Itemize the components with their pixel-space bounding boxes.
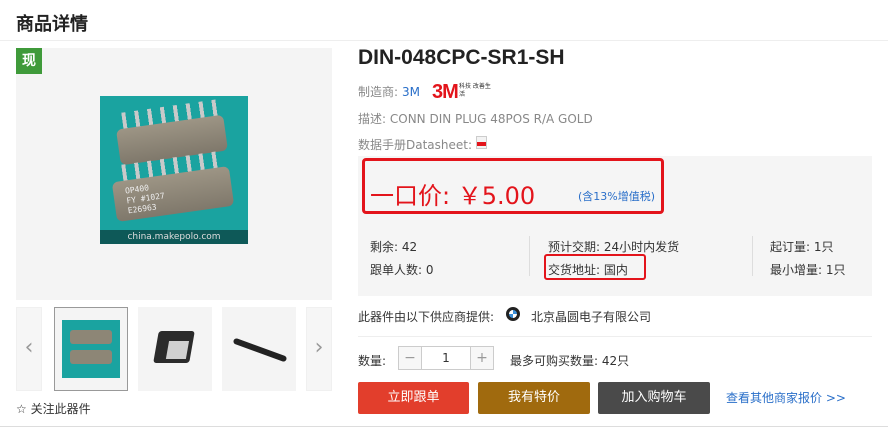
quantity-minus-button[interactable]: − — [399, 347, 422, 369]
supplier-divider — [358, 336, 872, 337]
other-sellers-link[interactable]: 查看其他商家报价 >> — [726, 389, 846, 406]
thumbnail-cable-image — [232, 337, 288, 363]
bottom-divider — [0, 426, 888, 427]
supplier-logo-icon — [506, 307, 520, 321]
thumbnail-connector-image — [153, 331, 195, 363]
thumbnail-2[interactable] — [138, 307, 212, 391]
fixed-price: 一口价: ￥5.00 — [370, 182, 536, 210]
supplier-name[interactable]: 北京晶圆电子有限公司 — [531, 308, 651, 325]
thumb-prev-arrow-icon[interactable]: ‹ — [16, 307, 42, 391]
manufacturer-label: 制造商: — [358, 85, 399, 99]
delivery-address: 交货地址: 国内 — [548, 263, 628, 277]
manufacturer-link[interactable]: 3M — [402, 85, 420, 99]
supplier-label: 此器件由以下供应商提供: — [358, 310, 495, 324]
photo-watermark: china.makepolo.com — [100, 230, 248, 244]
follow-order-button[interactable]: 立即跟单 — [358, 382, 469, 414]
quantity-input[interactable] — [422, 347, 470, 369]
info-separator — [752, 236, 753, 276]
stock-remaining: 剩余: 42 — [370, 240, 418, 254]
3m-logo-tagline: 科技 改善生活 — [459, 83, 491, 98]
thumbnail-chip-image — [62, 320, 120, 378]
minimum-increment: 最小增量: 1只 — [770, 263, 846, 277]
follow-part-link[interactable]: ☆ 关注此器件 — [16, 400, 91, 417]
quantity-stepper: − + — [398, 346, 494, 370]
info-separator — [529, 236, 530, 276]
description-row: 描述: CONN DIN PLUG 48POS R/A GOLD — [358, 110, 593, 127]
in-stock-badge: 现 — [16, 48, 42, 74]
max-purchase-note: 最多可购买数量: 42只 — [510, 354, 630, 368]
thumbnail-1[interactable] — [54, 307, 128, 391]
add-to-cart-button[interactable]: 加入购物车 — [598, 382, 710, 414]
manufacturer-row: 制造商: 3M — [358, 83, 420, 100]
3m-logo: 3M — [432, 81, 459, 103]
thumb-next-arrow-icon[interactable]: › — [306, 307, 332, 391]
description-value: CONN DIN PLUG 48POS R/A GOLD — [389, 112, 593, 126]
datasheet-label: 数据手册Datasheet: — [358, 138, 473, 152]
description-label: 描述: — [358, 112, 387, 126]
follower-count: 跟单人数: 0 — [370, 263, 434, 277]
minimum-order: 起订量: 1只 — [770, 240, 834, 254]
thumbnail-3[interactable] — [222, 307, 296, 391]
pdf-icon[interactable] — [476, 136, 487, 149]
product-photo[interactable]: OP400 FY #1027 E26963 china.makepolo.com — [100, 96, 248, 244]
vat-note: (含13%增值税) — [578, 190, 656, 203]
product-title: DIN-048CPC-SR1-SH — [358, 46, 565, 69]
quantity-label: 数量: — [358, 354, 387, 368]
delivery-time: 预计交期: 24小时内发货 — [548, 240, 680, 254]
section-title: 商品详情 — [16, 14, 88, 35]
thumbnail-strip: ‹ › — [16, 307, 332, 391]
chip-marking: OP400 FY #1027 E26963 — [124, 183, 166, 216]
special-offer-button[interactable]: 我有特价 — [478, 382, 590, 414]
quantity-plus-button[interactable]: + — [470, 347, 493, 369]
section-divider — [0, 40, 888, 41]
